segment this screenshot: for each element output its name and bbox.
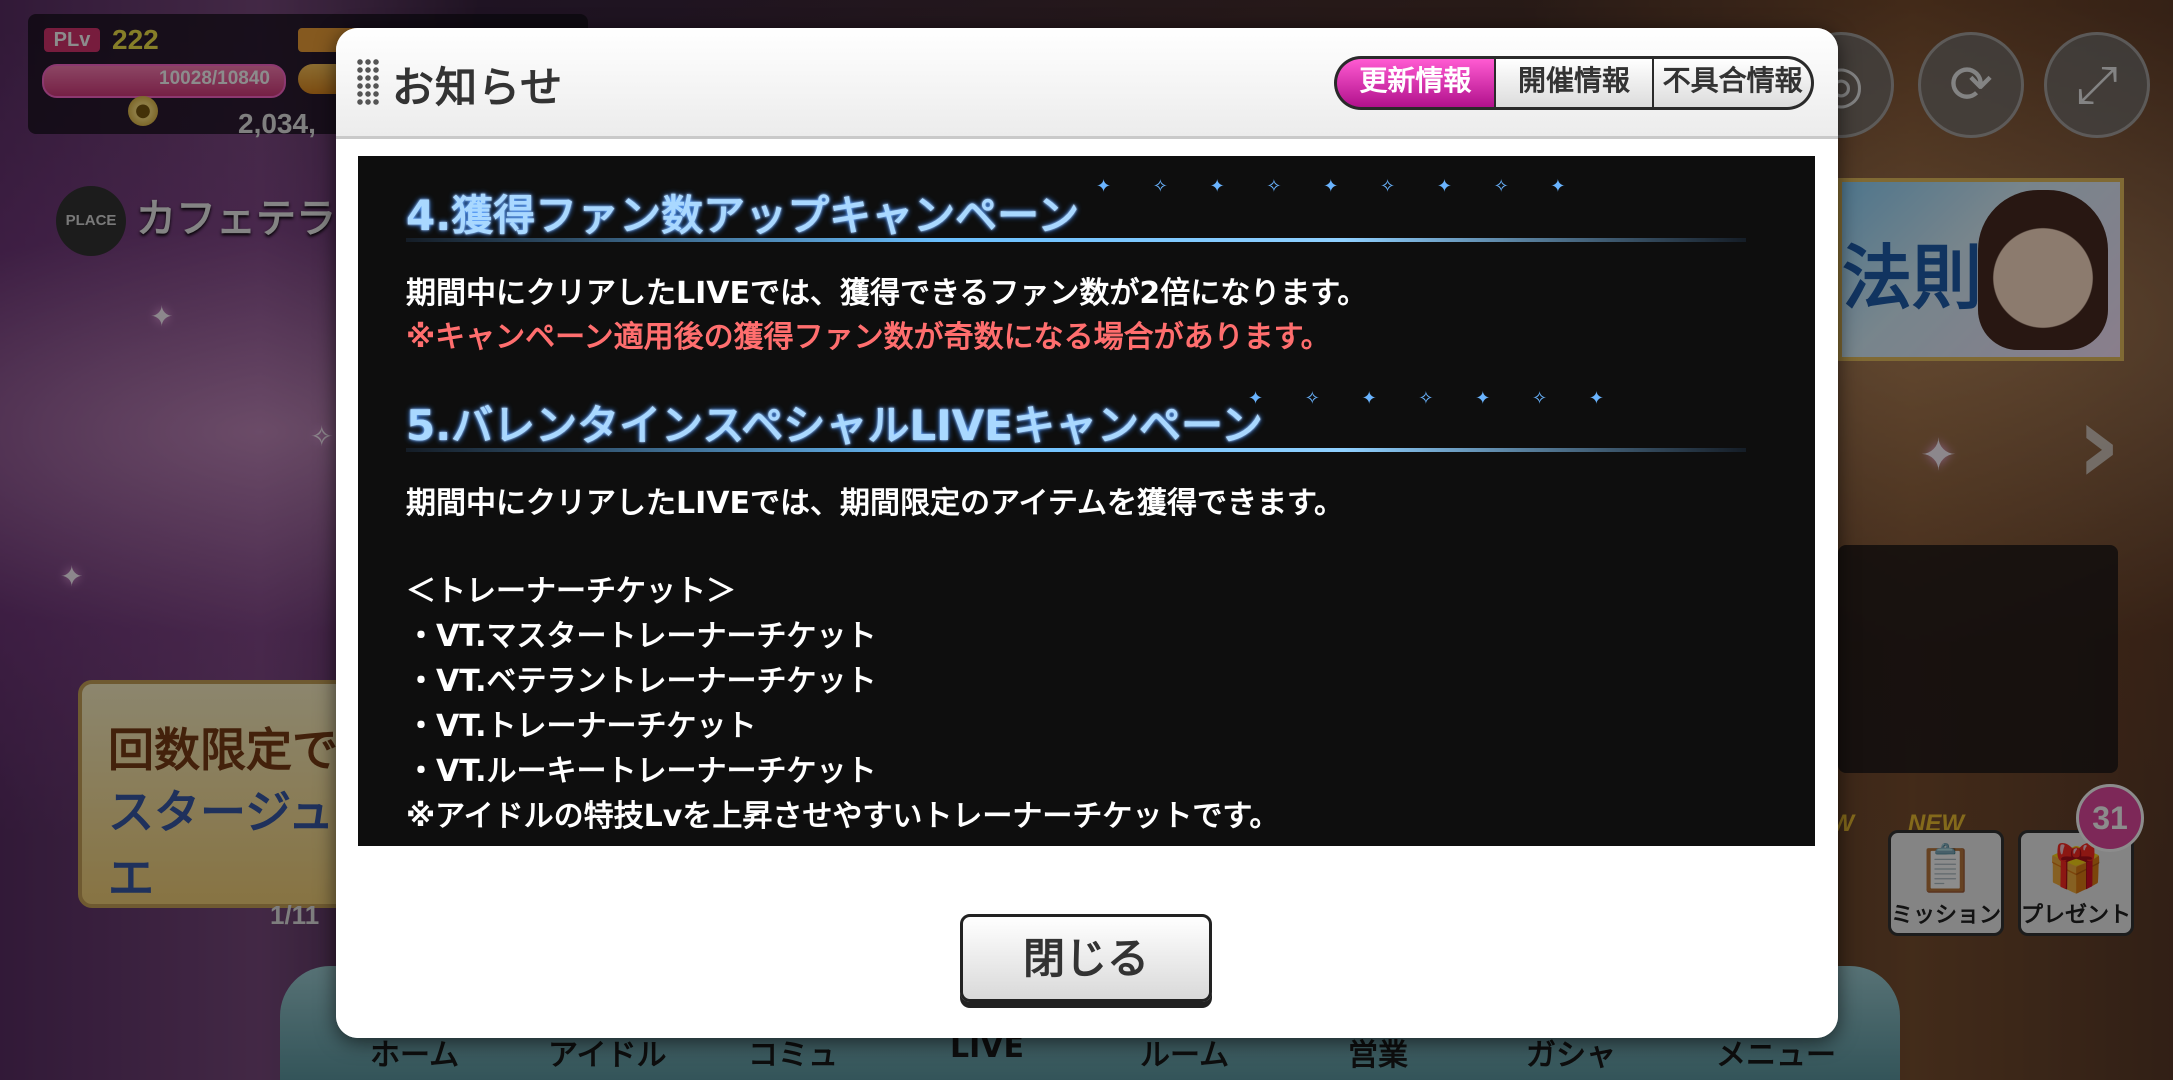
section-text-line: ・VT.ベテラントレーナーチケット (406, 664, 877, 699)
section-text-line: 期間中にクリアしたLIVEでは、期間限定のアイテムを獲得できます。 (406, 486, 1344, 521)
news-content[interactable]: 4.獲得ファン数アップキャンペーン ✦ ✧ ✦ ✧ ✦ ✧ ✦ ✧ ✦ 期間中に… (358, 156, 1815, 846)
star-decoration-icon: ✦ ✧ ✦ ✧ ✦ ✧ ✦ (1248, 388, 1622, 409)
section-text-line: ・VT.ルーキートレーナーチケット (406, 754, 877, 789)
section-text-line: ※アイドルの特技Lvを上昇させやすいトレーナーチケットです。 (406, 799, 1280, 834)
news-tabs: 更新情報 開催情報 不具合情報 (1334, 56, 1814, 110)
tab-event-info[interactable]: 開催情報 (1493, 59, 1653, 107)
tab-bug-info[interactable]: 不具合情報 (1652, 59, 1812, 107)
section-text-line: 期間中にクリアしたLIVEでは、獲得できるファン数が2倍になります。 (406, 276, 1368, 311)
grip-dots-icon (356, 58, 380, 106)
section-underline (406, 238, 1746, 242)
section-heading: 4.獲得ファン数アップキャンペーン (406, 191, 1080, 240)
section-text-line: ・VT.トレーナーチケット (406, 709, 757, 744)
tab-update-info[interactable]: 更新情報 (1337, 59, 1494, 107)
dialog-header: お知らせ 更新情報 開催情報 不具合情報 (336, 28, 1838, 139)
section-underline (406, 448, 1746, 452)
section-text-line: ・VT.マスタートレーナーチケット (406, 619, 877, 654)
section-heading: 5.バレンタインスペシャルLIVEキャンペーン (406, 401, 1263, 450)
section-note: ※キャンペーン適用後の獲得ファン数が奇数になる場合があります。 (406, 320, 1331, 355)
dialog-title: お知らせ (392, 63, 564, 112)
close-button[interactable]: 閉じる (960, 914, 1212, 1002)
news-dialog: お知らせ 更新情報 開催情報 不具合情報 4.獲得ファン数アップキャンペーン ✦… (336, 28, 1838, 1038)
section-text-line: ＜トレーナーチケット＞ (406, 574, 736, 609)
star-decoration-icon: ✦ ✧ ✦ ✧ ✦ ✧ ✦ ✧ ✦ (1096, 176, 1584, 197)
